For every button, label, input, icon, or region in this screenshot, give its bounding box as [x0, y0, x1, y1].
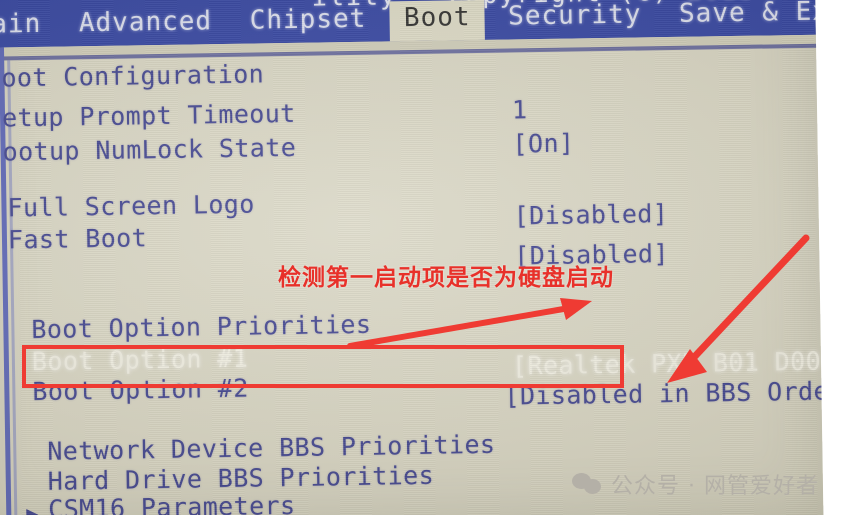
setting-value-boot-option-1[interactable]: [Realtek PXE B01 D00] [512, 346, 824, 380]
watermark: 公众号 · 网管爱好者 [572, 468, 819, 500]
tab-boot[interactable]: Boot [389, 0, 485, 42]
setting-label-setup-prompt-timeout[interactable]: etup Prompt Timeout [2, 99, 296, 133]
annotation-note-text: 检测第一启动项是否为硬盘启动 [278, 265, 614, 291]
tab-save-exit[interactable]: Save & Exit [665, 0, 824, 35]
section-title-boot-configuration: oot Configuration [1, 59, 265, 93]
submenu-hard-drive-bbs-priorities[interactable]: Hard Drive BBS Priorities [48, 461, 435, 496]
bios-photo: ility - Copyright (C) 2018 A Main Advanc… [0, 0, 864, 515]
tab-advanced[interactable]: Advanced [65, 4, 227, 45]
submenu-csm16-parameters[interactable]: CSM16 Parameters [48, 491, 296, 515]
setting-value-full-screen-logo[interactable]: [Disabled] [513, 199, 668, 230]
tab-main[interactable]: Main [0, 7, 56, 46]
wechat-icon [572, 473, 602, 495]
setting-label-boot-option-1[interactable]: Boot Option #1 [32, 344, 249, 376]
watermark-text: 公众号 · 网管爱好者 [611, 474, 819, 499]
section-title-boot-option-priorities: Boot Option Priorities [31, 309, 372, 345]
tab-chipset[interactable]: Chipset [235, 2, 380, 42]
setting-label-bootup-numlock-state[interactable]: ootup NumLock State [2, 133, 296, 167]
setting-label-boot-option-2[interactable]: Boot Option #2 [32, 374, 249, 406]
setting-label-full-screen-logo[interactable]: Full Screen Logo [7, 190, 255, 223]
tab-security[interactable]: Security [494, 0, 656, 38]
setting-value-boot-option-2[interactable]: [Disabled in BBS Order] [504, 376, 823, 411]
setting-value-bootup-numlock-state[interactable]: [On] [512, 129, 574, 159]
triangle-right-icon: ▶ [26, 500, 39, 515]
setting-value-setup-prompt-timeout[interactable]: 1 [512, 95, 528, 124]
setting-label-fast-boot[interactable]: Fast Boot [8, 223, 148, 254]
